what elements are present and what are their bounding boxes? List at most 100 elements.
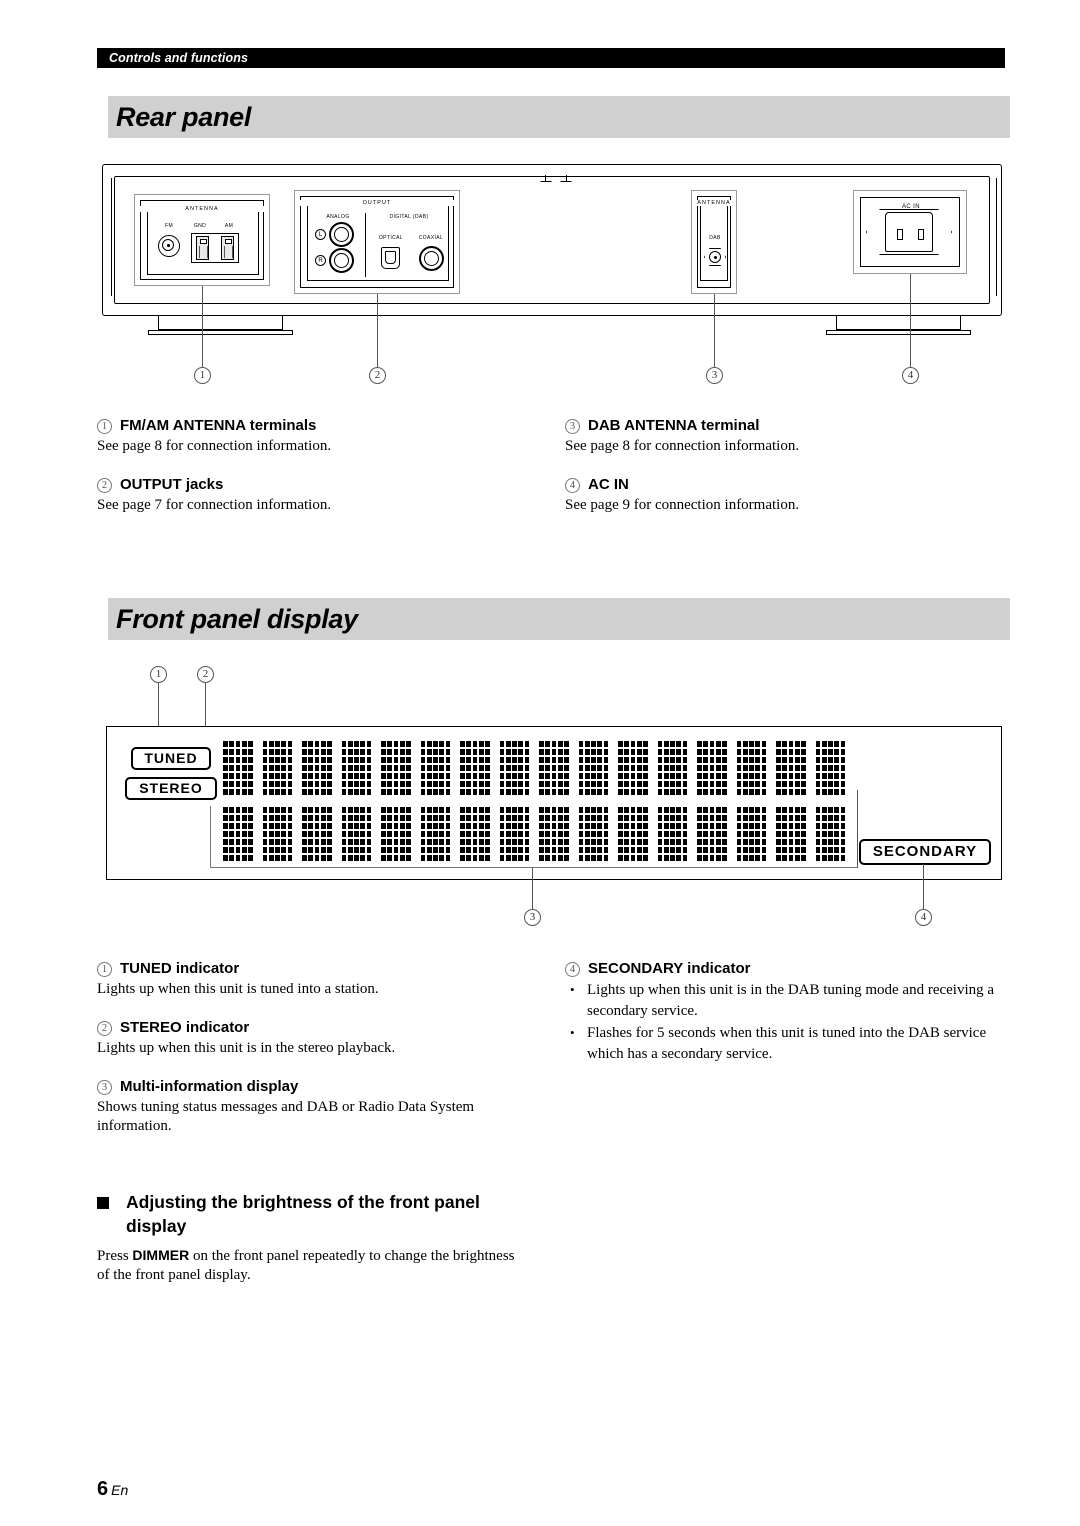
dot-matrix-dot	[235, 748, 241, 756]
dot-matrix-character-cell	[341, 741, 372, 795]
dot-matrix-dot	[657, 807, 663, 814]
dot-matrix-dot	[776, 846, 781, 854]
dot-matrix-dot	[749, 830, 754, 838]
dot-matrix-dot	[591, 741, 596, 748]
dot-matrix-dot	[709, 814, 715, 822]
page-footer: 6 En	[97, 1478, 128, 1501]
dot-matrix-character-cell	[815, 807, 846, 861]
dot-matrix-dot	[749, 788, 754, 795]
dot-matrix-dot	[472, 807, 478, 814]
dot-matrix-dot	[426, 838, 432, 846]
dot-matrix-dot	[360, 748, 366, 756]
dot-matrix-dot	[381, 854, 386, 861]
dot-matrix-dot	[618, 822, 623, 830]
dot-matrix-dot	[736, 788, 742, 795]
dot-matrix-dot	[788, 807, 794, 814]
dot-matrix-character-cell	[736, 741, 767, 795]
dot-matrix-dot	[557, 780, 563, 788]
chassis-foot-lip-right	[826, 330, 971, 335]
dot-matrix-dot	[755, 780, 761, 788]
dot-matrix-dot	[512, 788, 517, 795]
dot-matrix-dot	[347, 764, 353, 772]
dot-matrix-dot	[821, 838, 827, 846]
coaxial-output-label: COAXIAL	[418, 235, 444, 241]
fd-callout-1: 1	[150, 666, 167, 683]
fd-item-3-heading: 3 Multi-information display	[97, 1078, 529, 1095]
dot-matrix-dot	[460, 780, 465, 788]
dot-matrix-dot	[439, 780, 445, 788]
dot-matrix-dot	[262, 756, 268, 764]
dot-matrix-dot	[262, 780, 268, 788]
dot-matrix-dot	[341, 814, 347, 822]
dot-matrix-character-cell	[776, 807, 806, 861]
dot-matrix-dot	[709, 830, 715, 838]
dot-matrix-dot	[828, 838, 833, 846]
dot-matrix-dot	[564, 814, 569, 822]
dot-matrix-dot	[248, 788, 253, 795]
dot-matrix-dot	[248, 838, 253, 846]
gnd-am-screw-terminal-block	[191, 233, 239, 263]
dot-matrix-dot	[241, 764, 247, 772]
dot-matrix-dot	[360, 807, 366, 814]
dot-matrix-dot	[643, 772, 648, 780]
dot-matrix-dot	[782, 846, 788, 854]
dot-matrix-dot	[663, 838, 669, 846]
dot-matrix-dot	[524, 854, 530, 861]
dot-matrix-dot	[736, 838, 742, 846]
dot-matrix-dot	[460, 854, 465, 861]
dot-matrix-dot	[308, 838, 314, 846]
dot-matrix-dot	[248, 854, 253, 861]
dot-matrix-dot	[776, 854, 781, 861]
dab-terminal-label: DAB	[709, 235, 721, 241]
rear-item-2-heading: 2 OUTPUT jacks	[97, 476, 529, 493]
dot-matrix-dot	[828, 756, 833, 764]
dot-matrix-dot	[381, 846, 386, 854]
dot-matrix-dot	[636, 854, 642, 861]
dot-matrix-dot	[433, 741, 438, 748]
dot-matrix-dot	[433, 822, 438, 830]
rear-item-1-body: See page 8 for connection information.	[97, 438, 332, 454]
dot-matrix-dot	[287, 822, 293, 830]
dot-matrix-dot	[828, 822, 833, 830]
dot-matrix-dot	[591, 854, 596, 861]
dot-matrix-dot	[420, 756, 426, 764]
dot-matrix-dot	[366, 814, 372, 822]
dot-matrix-dot	[697, 822, 702, 830]
dot-matrix-dot	[840, 807, 846, 814]
fm-am-antenna-panel: ANTENNA FM GND AM	[134, 194, 270, 286]
dot-matrix-dot	[736, 846, 742, 854]
dot-matrix-dot	[512, 838, 517, 846]
dot-matrix-dot	[433, 846, 438, 854]
dot-matrix-dot	[387, 748, 393, 756]
dot-matrix-dot	[472, 741, 478, 748]
dot-matrix-dot	[512, 814, 517, 822]
dot-matrix-dot	[223, 780, 228, 788]
ac-in-panel: AC IN	[853, 190, 967, 274]
dot-matrix-dot	[682, 846, 688, 854]
dot-matrix-dot	[834, 814, 840, 822]
dot-matrix-dot	[460, 822, 465, 830]
dot-matrix-dot	[320, 780, 326, 788]
dot-matrix-dot	[578, 838, 584, 846]
dot-matrix-dot	[782, 822, 788, 830]
dot-matrix-dot	[223, 854, 228, 861]
dot-matrix-dot	[630, 822, 636, 830]
dot-matrix-dot	[314, 756, 320, 764]
dot-matrix-dot	[341, 780, 347, 788]
dot-matrix-dot	[478, 764, 484, 772]
dot-matrix-dot	[682, 830, 688, 838]
dot-matrix-dot	[406, 780, 411, 788]
dot-matrix-dot	[794, 756, 800, 764]
dot-matrix-dot	[406, 807, 411, 814]
dot-matrix-character-cell	[578, 741, 609, 795]
dot-matrix-dot	[505, 741, 511, 748]
dot-matrix-dot	[241, 741, 247, 748]
dot-matrix-dot	[426, 830, 432, 838]
dot-matrix-dot	[815, 814, 821, 822]
dot-matrix-dot	[603, 822, 609, 830]
dot-matrix-dot	[524, 838, 530, 846]
dot-matrix-dot	[676, 741, 682, 748]
dot-matrix-dot	[755, 838, 761, 846]
dot-matrix-dot	[399, 838, 405, 846]
dot-matrix-dot	[736, 764, 742, 772]
